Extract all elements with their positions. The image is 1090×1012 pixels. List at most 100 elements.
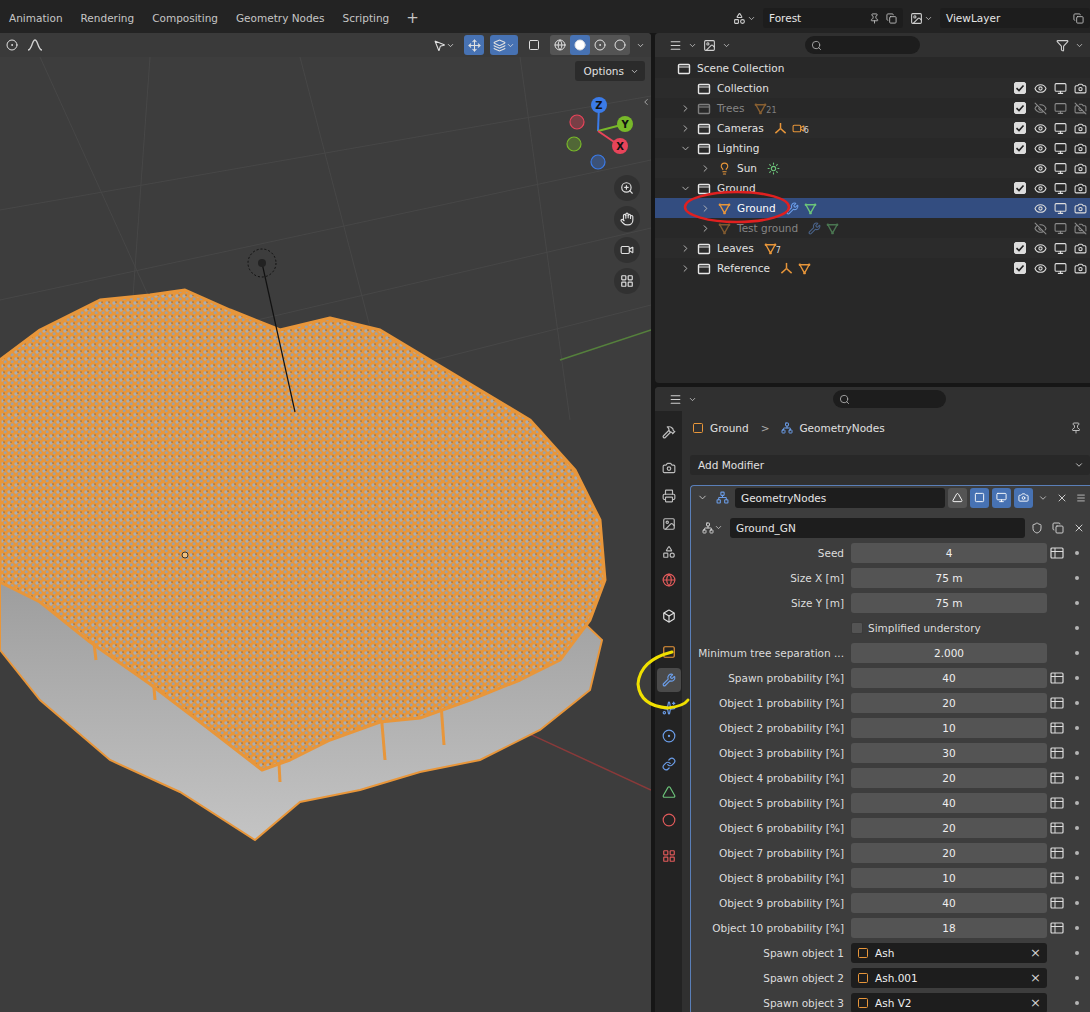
camera-icon[interactable]	[1018, 492, 1029, 503]
ortho-button[interactable]	[614, 268, 640, 294]
object-field[interactable]: Ash V2×	[851, 993, 1047, 1012]
attribute-toggle[interactable]	[1047, 722, 1067, 734]
attribute-toggle-icon[interactable]	[1050, 847, 1064, 859]
keyframe-decorator[interactable]	[1067, 626, 1087, 630]
exclude-toggle[interactable]	[1010, 98, 1030, 118]
gizmo-axis[interactable]: Y	[598, 116, 633, 132]
data-icon[interactable]	[662, 785, 676, 799]
row-badge[interactable]	[808, 222, 821, 235]
exclude-toggle[interactable]	[1010, 198, 1030, 218]
render-toggle[interactable]	[1070, 118, 1090, 138]
gizmo-axis[interactable]: Z	[591, 97, 607, 131]
render-icon[interactable]	[662, 461, 676, 475]
wireframe-icon[interactable]	[554, 39, 566, 51]
render-toggle[interactable]	[1070, 158, 1090, 178]
render-toggle[interactable]	[1070, 258, 1090, 278]
material-icon[interactable]	[662, 813, 676, 827]
row-badge[interactable]	[786, 202, 799, 215]
view-layer-icon[interactable]	[910, 12, 923, 25]
exclude-checkbox[interactable]	[1014, 122, 1026, 134]
object-icon[interactable]	[662, 645, 676, 659]
chevron-down-icon[interactable]	[506, 41, 515, 50]
viewport-toggle[interactable]	[1050, 98, 1070, 118]
clear-button[interactable]: ×	[1030, 995, 1041, 1010]
attribute-toggle[interactable]	[1047, 772, 1067, 784]
copy-icon[interactable]	[886, 13, 897, 24]
expand-arrow[interactable]	[675, 183, 695, 194]
eye-icon[interactable]	[1034, 182, 1047, 195]
attribute-toggle-icon[interactable]	[1050, 872, 1064, 884]
outliner-row[interactable]: Ground	[655, 178, 1090, 198]
number-field[interactable]: 40	[851, 793, 1047, 813]
solid-shading-button[interactable]	[570, 35, 590, 55]
checkbox-field[interactable]: Simplified understory	[851, 622, 1047, 634]
xray-icon[interactable]	[528, 39, 540, 51]
keyframe-decorator[interactable]	[1067, 776, 1087, 780]
duplicate-button[interactable]	[1049, 518, 1067, 538]
properties-tab[interactable]	[657, 540, 681, 564]
visibility-toggle[interactable]	[1030, 138, 1050, 158]
drag-icon[interactable]	[1076, 493, 1086, 503]
chevron-right-icon[interactable]	[700, 163, 711, 174]
node-group-field[interactable]: Ground_GN	[730, 518, 1025, 538]
filter-icon[interactable]	[1056, 39, 1069, 52]
row-label[interactable]: Leaves	[717, 242, 754, 254]
row-badge[interactable]: 6	[792, 122, 809, 135]
unlink-button[interactable]	[1070, 518, 1088, 538]
eye-icon[interactable]	[1034, 162, 1047, 175]
solid-icon[interactable]	[574, 39, 586, 51]
copy-icon[interactable]	[1052, 522, 1064, 534]
copy-icon[interactable]	[1073, 13, 1084, 24]
properties-tab[interactable]	[657, 640, 681, 664]
outliner-row[interactable]: Leaves7	[655, 238, 1090, 258]
drag-handle[interactable]	[1074, 488, 1088, 508]
chevron-down-icon[interactable]	[697, 492, 708, 503]
visibility-toggle[interactable]	[1030, 118, 1050, 138]
attribute-toggle[interactable]	[1047, 822, 1067, 834]
exclude-checkbox[interactable]	[1014, 82, 1026, 94]
expand-arrow[interactable]	[695, 163, 715, 174]
rendered-icon[interactable]	[614, 39, 626, 51]
chevron-right-icon[interactable]	[680, 103, 691, 114]
viewport-toggle[interactable]	[992, 488, 1011, 508]
row-badge[interactable]	[780, 262, 793, 275]
properties-tab[interactable]	[657, 724, 681, 748]
workspace-tab[interactable]: Scripting	[334, 7, 399, 29]
expand-arrow[interactable]	[675, 103, 695, 114]
clear-button[interactable]: ×	[1030, 945, 1041, 960]
monitor-icon[interactable]	[1054, 202, 1067, 215]
outliner-row[interactable]: Lighting	[655, 138, 1090, 158]
render-toggle[interactable]	[1070, 178, 1090, 198]
render-toggle[interactable]	[1070, 198, 1090, 218]
visibility-toggle[interactable]	[1030, 218, 1050, 238]
workspace-tab[interactable]: Rendering	[72, 7, 144, 29]
exclude-checkbox[interactable]	[1014, 262, 1026, 274]
edit-mode-icon[interactable]	[974, 492, 985, 503]
chevron-down-icon[interactable]	[688, 41, 697, 50]
properties-tab[interactable]	[657, 512, 681, 536]
properties-tab[interactable]	[657, 780, 681, 804]
eye-icon[interactable]	[1034, 262, 1047, 275]
workspace-tab[interactable]: Animation	[0, 7, 72, 29]
chevron-down-icon[interactable]	[1074, 460, 1084, 470]
row-badge[interactable]	[804, 202, 817, 215]
physics-icon[interactable]	[662, 729, 676, 743]
checkbox[interactable]	[851, 622, 863, 634]
chevron-right-icon[interactable]	[680, 263, 691, 274]
viewport-toggle[interactable]	[1050, 218, 1070, 238]
chevron-down-icon[interactable]	[680, 183, 691, 194]
keyframe-decorator[interactable]	[1067, 726, 1087, 730]
eye-icon[interactable]	[1034, 242, 1047, 255]
vertex-icon[interactable]	[952, 492, 963, 503]
output-icon[interactable]	[662, 489, 676, 503]
add-workspace-button[interactable]: +	[398, 9, 427, 27]
chevron-down-icon[interactable]	[747, 14, 756, 23]
overlays-button[interactable]	[490, 35, 518, 55]
object-field[interactable]: Ash.001×	[851, 968, 1047, 988]
monitor-icon[interactable]	[1054, 122, 1067, 135]
monitor-icon[interactable]	[1054, 222, 1067, 235]
outliner-row[interactable]: Collection	[655, 78, 1090, 98]
keyframe-decorator[interactable]	[1067, 801, 1087, 805]
selectability-button[interactable]	[430, 35, 458, 55]
number-field[interactable]: 18	[851, 918, 1047, 938]
